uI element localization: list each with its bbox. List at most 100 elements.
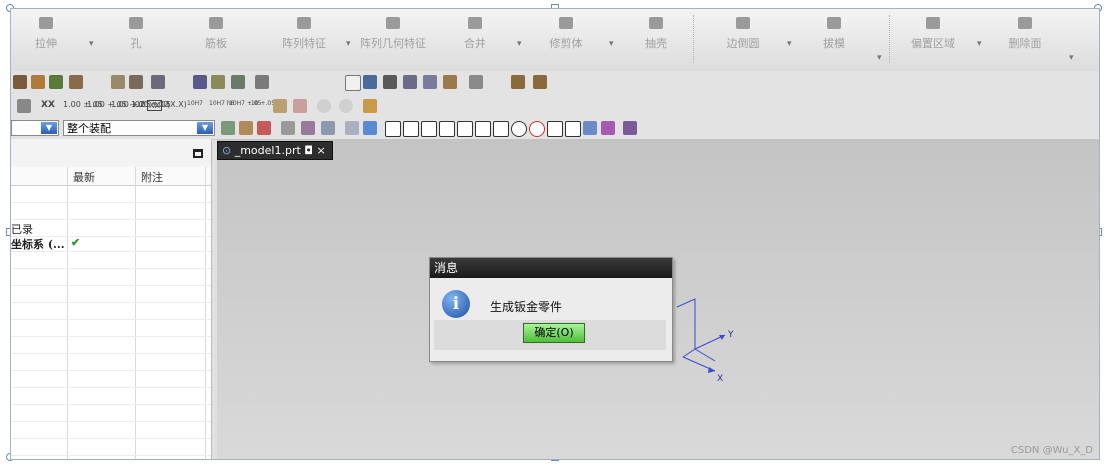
table-row[interactable] bbox=[11, 439, 211, 456]
pmi-xx[interactable]: XX bbox=[41, 100, 55, 110]
offset-region-icon bbox=[926, 17, 940, 29]
dialog-title[interactable]: 消息 bbox=[430, 258, 672, 278]
component-icon[interactable] bbox=[111, 75, 125, 89]
feature-icon[interactable] bbox=[49, 75, 63, 89]
part-icon[interactable] bbox=[511, 75, 525, 89]
trim-body-dropdown[interactable]: ▾ bbox=[609, 39, 614, 49]
table-row[interactable] bbox=[11, 186, 211, 203]
view-icon[interactable] bbox=[255, 75, 269, 89]
axis-x-label: X bbox=[717, 374, 723, 384]
unite-button[interactable]: 合并 bbox=[461, 15, 489, 61]
edge-blend-button[interactable]: 边倒圆 bbox=[723, 15, 763, 61]
table-row[interactable] bbox=[11, 320, 211, 337]
deselect-icon[interactable] bbox=[301, 121, 315, 135]
table-row[interactable] bbox=[11, 422, 211, 439]
analysis-icon[interactable] bbox=[211, 75, 225, 89]
measure-icon[interactable] bbox=[193, 75, 207, 89]
nx-window: 拉伸 ▾ 孔 筋板 阵列特征 ▾ 阵列几何特征 合并 ▾ 修剪体 ▾ 抽壳 边倒… bbox=[10, 8, 1100, 460]
table-row[interactable] bbox=[11, 286, 211, 303]
diameter-icon[interactable] bbox=[317, 99, 331, 113]
pole-icon[interactable] bbox=[601, 121, 615, 135]
grid-icon[interactable] bbox=[363, 75, 377, 89]
pmi-ref[interactable]: (X.X) bbox=[167, 100, 187, 109]
on-curve-icon[interactable] bbox=[565, 121, 581, 137]
triangle-icon[interactable] bbox=[345, 75, 361, 91]
hole-button[interactable]: 孔 bbox=[123, 15, 149, 61]
intersect-icon[interactable] bbox=[457, 121, 473, 137]
table-row[interactable] bbox=[11, 252, 211, 269]
trim-body-button[interactable]: 修剪体 bbox=[545, 15, 587, 61]
offset-region-dropdown[interactable]: ▾ bbox=[977, 39, 982, 49]
table-row[interactable] bbox=[11, 388, 211, 405]
table-row[interactable]: 坐标系 (... ✔ bbox=[11, 235, 211, 252]
table-icon[interactable] bbox=[17, 99, 31, 113]
unite-dropdown[interactable]: ▾ bbox=[517, 39, 522, 49]
edit-icon[interactable] bbox=[443, 75, 457, 89]
line-icon[interactable] bbox=[421, 121, 437, 137]
tangent-icon[interactable] bbox=[439, 121, 455, 137]
table-row[interactable] bbox=[11, 405, 211, 422]
quadrant-icon[interactable] bbox=[529, 121, 545, 137]
offset-region-button[interactable]: 偏置区域 bbox=[907, 15, 959, 61]
extrude-button[interactable]: 拉伸 bbox=[29, 15, 63, 61]
tool-icon[interactable] bbox=[469, 75, 483, 89]
select-icon[interactable] bbox=[281, 121, 295, 135]
sketch-icon[interactable] bbox=[13, 75, 27, 89]
face-icon[interactable] bbox=[583, 121, 597, 135]
table-row[interactable] bbox=[11, 303, 211, 320]
ribbon-group-dropdown[interactable]: ▾ bbox=[1069, 53, 1074, 63]
solid-icon[interactable] bbox=[363, 121, 377, 135]
midpoint-icon[interactable] bbox=[403, 121, 419, 137]
snap-icon[interactable] bbox=[239, 121, 253, 135]
section-icon[interactable] bbox=[403, 75, 417, 89]
table-row[interactable] bbox=[11, 203, 211, 220]
shell-button[interactable]: 抽壳 bbox=[641, 15, 671, 61]
point-icon[interactable] bbox=[257, 121, 271, 135]
center-icon[interactable] bbox=[511, 121, 527, 137]
table-row[interactable] bbox=[11, 337, 211, 354]
filter-icon[interactable] bbox=[221, 121, 235, 135]
pmi-fit-1[interactable]: 10H7 bbox=[187, 100, 203, 107]
clip-icon[interactable] bbox=[423, 75, 437, 89]
column-latest[interactable]: 最新 bbox=[73, 169, 95, 185]
pattern-feature-button[interactable]: 阵列特征 bbox=[276, 15, 332, 61]
table-row[interactable] bbox=[11, 354, 211, 371]
ok-button[interactable]: 确定(O) bbox=[522, 322, 586, 344]
pattern-feature-icon bbox=[297, 17, 311, 29]
perpendicular-icon[interactable] bbox=[493, 121, 509, 137]
curve-icon[interactable] bbox=[31, 75, 45, 89]
table-row[interactable] bbox=[11, 371, 211, 388]
maximize-icon[interactable] bbox=[193, 149, 203, 158]
column-note[interactable]: 附注 bbox=[141, 169, 163, 185]
pmi-box[interactable]: XX bbox=[147, 100, 162, 111]
pattern-feature-dropdown[interactable]: ▾ bbox=[346, 39, 351, 49]
table-row[interactable] bbox=[11, 269, 211, 286]
rib-button[interactable]: 筋板 bbox=[201, 15, 231, 61]
draft-button[interactable]: 拔模 bbox=[819, 15, 849, 61]
shade-icon[interactable] bbox=[231, 75, 245, 89]
type-filter-select[interactable]: ▼ bbox=[11, 120, 59, 136]
ribbon-group-dropdown[interactable]: ▾ bbox=[877, 53, 882, 63]
delete-face-button[interactable]: 删除面 bbox=[1005, 15, 1045, 61]
plus-icon[interactable] bbox=[547, 121, 563, 137]
part-alt-icon[interactable] bbox=[533, 75, 547, 89]
bookmark-icon[interactable] bbox=[623, 121, 637, 135]
constraint-icon[interactable] bbox=[129, 75, 143, 89]
pmi-fit-4[interactable]: .10 +.05 bbox=[249, 100, 275, 107]
info-icon: i bbox=[442, 290, 470, 318]
layer-icon[interactable] bbox=[383, 75, 397, 89]
arrange-icon[interactable] bbox=[151, 75, 165, 89]
pencil-icon[interactable] bbox=[273, 99, 287, 113]
curve-snap-icon[interactable] bbox=[475, 121, 491, 137]
pattern-geometry-button[interactable]: 阵列几何特征 bbox=[355, 15, 431, 61]
selection-scope-select[interactable]: 整个装配 ▼ bbox=[63, 120, 215, 136]
assembly-icon[interactable] bbox=[69, 75, 83, 89]
diameter-alt-icon[interactable] bbox=[339, 99, 353, 113]
undo-icon[interactable] bbox=[363, 99, 377, 113]
edge-blend-dropdown[interactable]: ▾ bbox=[787, 39, 792, 49]
extrude-dropdown[interactable]: ▾ bbox=[89, 39, 94, 49]
view-cube-icon[interactable] bbox=[345, 121, 359, 135]
wave-icon[interactable] bbox=[293, 99, 307, 113]
snap-toggle-icon[interactable] bbox=[321, 121, 335, 135]
endpoint-icon[interactable] bbox=[385, 121, 401, 137]
